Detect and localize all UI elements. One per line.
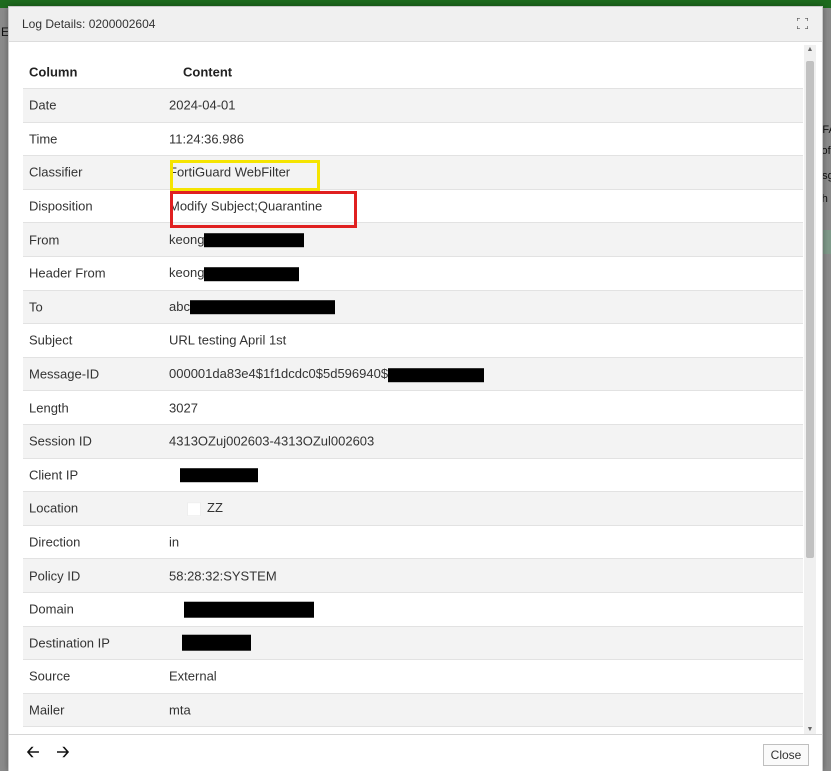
row-label: From	[29, 232, 60, 248]
table-row: Destination IP	[23, 626, 803, 661]
location-value: ZZ	[207, 500, 223, 516]
scroll-thumb[interactable]	[806, 61, 814, 558]
to-value: abc	[169, 299, 190, 315]
row-label: Time	[29, 131, 58, 147]
redaction-box	[189, 300, 335, 315]
redaction-box	[180, 468, 258, 483]
table-row: Session ID 4313OZuj002603-4313OZul002603	[23, 424, 803, 459]
row-value: External	[169, 668, 217, 684]
row-value-container: ZZ	[187, 501, 223, 517]
table-row: Policy ID 58:28:32:SYSTEM	[23, 559, 803, 593]
row-label: Policy ID	[29, 568, 81, 584]
row-value: URL testing April 1st	[169, 332, 287, 348]
log-details-dialog: Log Details: 0200002604 Column Content D…	[8, 6, 823, 771]
log-details-table: Column Content Date 2024-04-01 Time 11:2…	[23, 55, 803, 728]
dialog-titlebar[interactable]: Log Details: 0200002604	[9, 7, 822, 42]
row-value-container	[180, 467, 258, 483]
row-label: Source	[29, 668, 71, 684]
table-row: Location ZZ	[23, 492, 803, 526]
row-label: Subject	[29, 332, 73, 348]
row-label: Disposition	[29, 198, 93, 214]
table-row: Subject URL testing April 1st	[23, 324, 803, 358]
table-row: Disposition Modify Subject;Quarantine	[23, 190, 803, 224]
scroll-up-arrow-icon[interactable]: ▲	[804, 45, 816, 55]
row-value-container: abc	[169, 299, 335, 315]
row-value: 58:28:32:SYSTEM	[169, 568, 277, 584]
row-value-container	[184, 601, 314, 618]
row-value-container	[182, 635, 251, 652]
row-value: 11:24:36.986	[169, 131, 244, 147]
close-button[interactable]: Close	[763, 744, 809, 766]
row-label: Destination IP	[29, 635, 110, 651]
row-label: Mailer	[29, 702, 65, 718]
table-row: Source External	[23, 660, 803, 694]
table-row: Header From keong	[23, 257, 803, 291]
arrow-left-icon[interactable]: 🡠	[23, 744, 43, 762]
row-label: Classifier	[29, 164, 83, 180]
row-label: Session ID	[29, 433, 92, 449]
table-row: From keong	[23, 223, 803, 257]
table-row: Message-ID 000001da83e4$1f1dcdc0$5d59694…	[23, 357, 803, 392]
row-label: Header From	[29, 265, 106, 281]
row-value: mta	[169, 702, 191, 718]
column-header-content: Content	[183, 64, 233, 79]
row-label: Length	[29, 400, 69, 416]
row-value: in	[169, 534, 180, 550]
redaction-box	[204, 267, 300, 282]
row-label: Domain	[29, 601, 74, 617]
column-header-column: Column	[29, 64, 78, 79]
table-row: Length 3027	[23, 391, 803, 425]
header-from-value: keong	[169, 265, 205, 281]
table-row: Direction in	[23, 526, 803, 560]
table-row: Date 2024-04-01	[23, 89, 803, 123]
row-value: 4313OZuj002603-4313OZul002603	[169, 433, 375, 449]
classifier-highlight-box	[170, 160, 320, 191]
row-label: Client IP	[29, 467, 79, 483]
row-label: To	[29, 299, 43, 315]
table-row: Domain	[23, 593, 803, 627]
table-row: Client IP	[23, 459, 803, 493]
redaction-box	[204, 233, 305, 248]
table-row: To abc	[23, 290, 803, 325]
row-value: 2024-04-01	[169, 97, 236, 113]
vertical-scrollbar[interactable]: ▲ ▼	[804, 45, 816, 735]
row-value: 3027	[169, 400, 198, 416]
redaction-box	[182, 635, 251, 652]
row-label: Direction	[29, 534, 81, 550]
row-label: Message-ID	[29, 366, 100, 382]
dialog-title: Log Details: 0200002604	[22, 17, 156, 31]
table-row: Classifier FortiGuard WebFilter	[23, 156, 803, 190]
table-row: Mailer mta	[23, 693, 803, 728]
disposition-highlight-box	[170, 191, 357, 228]
row-value-container: keong	[169, 231, 305, 248]
redaction-box	[388, 367, 485, 382]
table-row: Time 11:24:36.986	[23, 123, 803, 157]
table-header-row: Column Content	[23, 55, 803, 89]
row-value-container: 000001da83e4$1f1dcdc0$5d596940$	[169, 366, 485, 382]
arrow-right-icon[interactable]: 🡢	[53, 744, 73, 762]
maximize-icon[interactable]	[797, 18, 808, 29]
redaction-box	[184, 601, 314, 618]
message-id-value: 000001da83e4$1f1dcdc0$5d596940$	[169, 366, 389, 382]
row-label: Location	[29, 500, 79, 516]
row-value-container: keong	[169, 265, 300, 282]
flag-icon	[187, 502, 201, 517]
dialog-content[interactable]: Column Content Date 2024-04-01 Time 11:2…	[9, 43, 822, 733]
from-value: keong	[169, 231, 205, 247]
row-label: Date	[29, 97, 57, 113]
dialog-footer: 🡠 🡢 Close	[9, 734, 822, 771]
